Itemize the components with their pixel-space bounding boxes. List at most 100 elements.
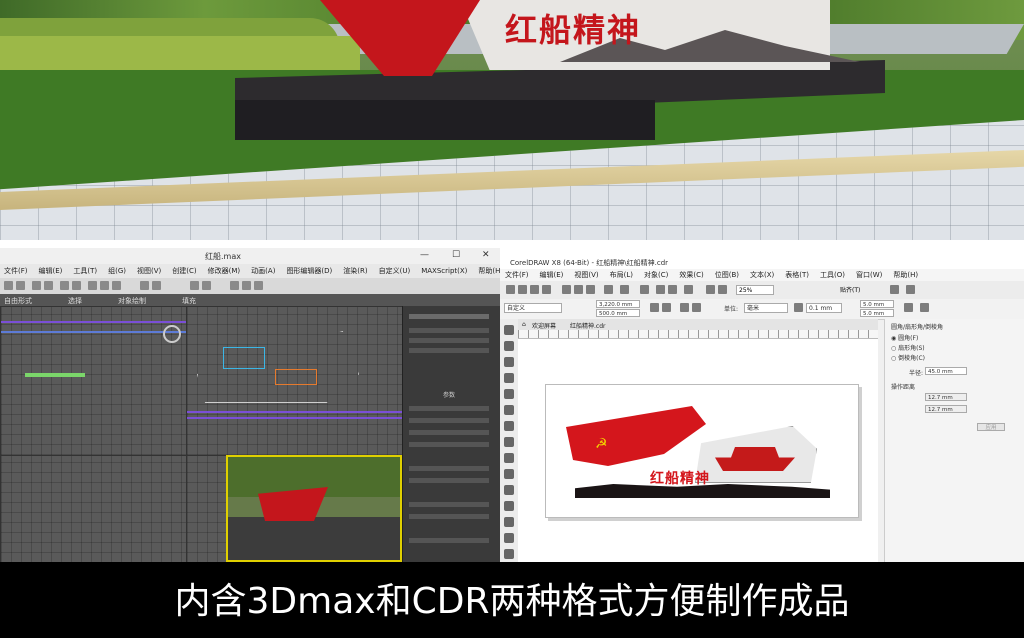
artistic-media-icon[interactable] bbox=[504, 405, 514, 415]
panel-row[interactable] bbox=[409, 478, 489, 483]
viewport-perspective[interactable] bbox=[226, 455, 402, 562]
parallel-dimension-icon[interactable] bbox=[504, 485, 514, 495]
mirror-icon[interactable] bbox=[190, 281, 199, 290]
nudge-field[interactable]: 0.1 mm bbox=[806, 303, 842, 313]
link-icon[interactable] bbox=[32, 281, 41, 290]
menu-item[interactable]: 视图(V) bbox=[574, 270, 598, 280]
ellipse-tool-icon[interactable] bbox=[504, 437, 514, 447]
text-tool-icon[interactable] bbox=[504, 469, 514, 479]
duplicate-y-field[interactable]: 5.0 mm bbox=[860, 309, 894, 317]
align-icon[interactable] bbox=[202, 281, 211, 290]
tab-populate[interactable]: 填充 bbox=[182, 296, 196, 306]
menu-item[interactable]: 修改器(M) bbox=[208, 266, 241, 276]
undo-icon[interactable] bbox=[4, 281, 13, 290]
panel-row[interactable] bbox=[409, 442, 489, 447]
horizontal-ruler[interactable] bbox=[518, 330, 878, 339]
menu-item[interactable]: 帮助(H) bbox=[478, 266, 500, 276]
render-setup-icon[interactable] bbox=[242, 281, 251, 290]
portrait-icon[interactable] bbox=[650, 303, 659, 312]
menu-item[interactable]: 帮助(H) bbox=[893, 270, 918, 280]
panel-row[interactable] bbox=[409, 538, 489, 543]
panel-row[interactable] bbox=[409, 338, 489, 343]
panel-row[interactable] bbox=[409, 430, 489, 435]
page-border-icon[interactable] bbox=[904, 303, 913, 312]
menu-item[interactable]: 布局(L) bbox=[610, 270, 633, 280]
menu-item[interactable]: 编辑(E) bbox=[540, 270, 564, 280]
panel-row[interactable] bbox=[409, 328, 489, 333]
tab-object-paint[interactable]: 对象绘制 bbox=[118, 296, 146, 306]
viewcube-icon[interactable] bbox=[163, 325, 181, 343]
panel-row[interactable] bbox=[409, 466, 489, 471]
import-icon[interactable] bbox=[656, 285, 665, 294]
export-icon[interactable] bbox=[668, 285, 677, 294]
menu-item[interactable]: 效果(C) bbox=[679, 270, 703, 280]
panel-row[interactable] bbox=[409, 348, 489, 353]
minimize-icon[interactable]: — bbox=[420, 250, 429, 260]
menu-item[interactable]: 图形编辑器(D) bbox=[286, 266, 332, 276]
redo-icon[interactable] bbox=[16, 281, 25, 290]
tab-freeform[interactable]: 自由形式 bbox=[4, 296, 32, 306]
menu-item[interactable]: 动画(A) bbox=[251, 266, 275, 276]
snap-icon[interactable] bbox=[140, 281, 149, 290]
crop-tool-icon[interactable] bbox=[504, 357, 514, 367]
tab-selection[interactable]: 选择 bbox=[68, 296, 82, 306]
menu-item[interactable]: 文件(F) bbox=[505, 270, 529, 280]
panel-row[interactable] bbox=[409, 418, 489, 423]
paste-icon[interactable] bbox=[586, 285, 595, 294]
panel-row[interactable] bbox=[409, 406, 489, 411]
option-fillet[interactable]: ◉ 圆角(F) bbox=[891, 333, 918, 342]
print-icon[interactable] bbox=[542, 285, 551, 294]
radius-field[interactable]: 45.0 mm bbox=[925, 367, 967, 375]
publish-pdf-icon[interactable] bbox=[684, 285, 693, 294]
full-screen-icon[interactable] bbox=[706, 285, 715, 294]
drop-shadow-icon[interactable] bbox=[504, 517, 514, 527]
move-icon[interactable] bbox=[88, 281, 97, 290]
menu-item[interactable]: MAXScript(X) bbox=[421, 267, 467, 275]
viewport-front[interactable] bbox=[163, 306, 404, 456]
units-select[interactable]: 毫米 bbox=[744, 303, 788, 313]
zoom-tool-icon[interactable] bbox=[504, 373, 514, 383]
current-page-icon[interactable] bbox=[692, 303, 701, 312]
menu-item[interactable]: 自定义(U) bbox=[379, 266, 411, 276]
menu-item[interactable]: 创建(C) bbox=[172, 266, 196, 276]
maximize-icon[interactable]: ☐ bbox=[452, 250, 460, 260]
new-icon[interactable] bbox=[506, 285, 515, 294]
add-icon[interactable] bbox=[920, 303, 929, 312]
all-pages-icon[interactable] bbox=[680, 303, 689, 312]
distance-field-1[interactable]: 12.7 mm bbox=[925, 393, 967, 401]
eyedropper-icon[interactable] bbox=[504, 549, 514, 559]
menu-item[interactable]: 对象(C) bbox=[644, 270, 668, 280]
snap-to-menu[interactable]: 贴齐(T) bbox=[840, 285, 860, 294]
material-editor-icon[interactable] bbox=[230, 281, 239, 290]
close-icon[interactable]: ✕ bbox=[482, 250, 490, 260]
copy-icon[interactable] bbox=[574, 285, 583, 294]
search-icon[interactable] bbox=[640, 285, 649, 294]
menu-item[interactable]: 位图(B) bbox=[715, 270, 739, 280]
panel-tabs[interactable] bbox=[409, 314, 489, 319]
undo-icon[interactable] bbox=[604, 285, 613, 294]
menu-item[interactable]: 编辑(E) bbox=[39, 266, 63, 276]
landscape-icon[interactable] bbox=[662, 303, 671, 312]
option-scallop[interactable]: ○ 扇形角(S) bbox=[891, 343, 925, 352]
cut-icon[interactable] bbox=[562, 285, 571, 294]
select-icon[interactable] bbox=[60, 281, 69, 290]
menu-item[interactable]: 窗口(W) bbox=[856, 270, 882, 280]
panel-row[interactable] bbox=[409, 502, 489, 507]
open-icon[interactable] bbox=[518, 285, 527, 294]
viewport-left[interactable] bbox=[0, 455, 187, 562]
save-icon[interactable] bbox=[530, 285, 539, 294]
zoom-select[interactable]: 25% bbox=[736, 285, 774, 295]
tab-welcome[interactable]: 欢迎屏幕 bbox=[532, 321, 556, 330]
viewport-split[interactable] bbox=[186, 455, 228, 562]
options-icon[interactable] bbox=[890, 285, 899, 294]
menu-item[interactable]: 文件(F) bbox=[4, 266, 28, 276]
connector-tool-icon[interactable] bbox=[504, 501, 514, 511]
menu-item[interactable]: 组(G) bbox=[108, 266, 126, 276]
page-preset-select[interactable]: 自定义 bbox=[504, 303, 562, 313]
menu-item[interactable]: 工具(T) bbox=[73, 266, 97, 276]
tab-document[interactable]: 红船精神.cdr bbox=[570, 321, 605, 330]
home-icon[interactable]: ⌂ bbox=[522, 321, 526, 328]
menu-item[interactable]: 工具(O) bbox=[820, 270, 845, 280]
launch-icon[interactable] bbox=[906, 285, 915, 294]
pick-tool-icon[interactable] bbox=[504, 325, 514, 335]
